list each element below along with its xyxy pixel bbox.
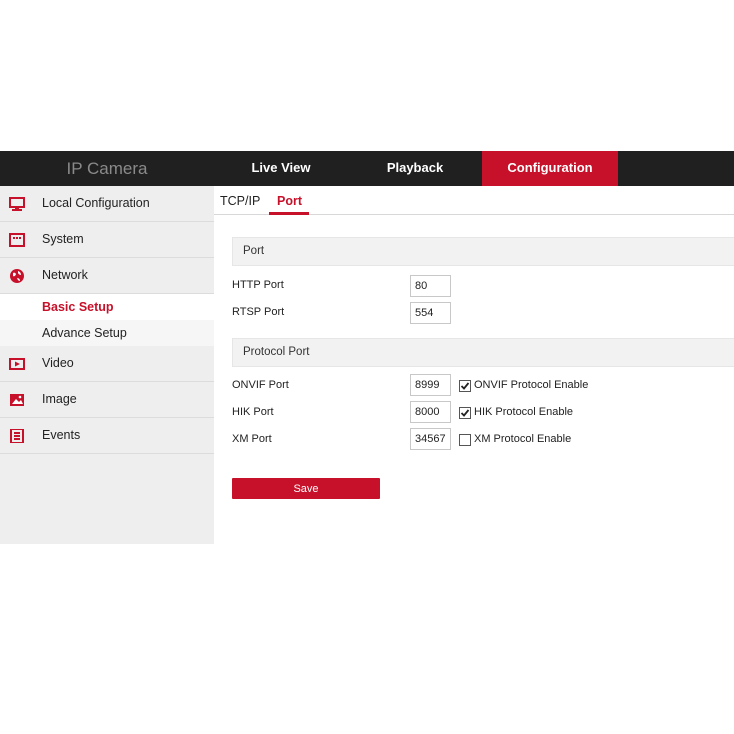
- sidebar: Local Configuration System Network Basic…: [0, 186, 214, 544]
- events-icon: [9, 428, 25, 444]
- hik-enable-checkbox[interactable]: [459, 407, 471, 419]
- xm-enable-label: XM Protocol Enable: [474, 433, 572, 445]
- hik-port-label: HIK Port: [232, 406, 274, 418]
- main-content: TCP/IP Port Port HTTP Port RTSP Port Pro…: [214, 186, 734, 544]
- sidebar-item-system[interactable]: System: [0, 222, 214, 258]
- sidebar-item-label: Network: [42, 268, 88, 282]
- sidebar-subitem-label: Basic Setup: [42, 300, 114, 314]
- system-icon: [9, 233, 25, 247]
- protocol-port-section-header: Protocol Port: [232, 338, 734, 367]
- rtsp-port-input[interactable]: [410, 302, 451, 324]
- onvif-port-input[interactable]: [410, 374, 451, 396]
- nav-live-view[interactable]: Live View: [214, 151, 348, 186]
- sidebar-item-video[interactable]: Video: [0, 346, 214, 382]
- sidebar-item-label: Events: [42, 428, 81, 442]
- hik-port-input[interactable]: [410, 401, 451, 423]
- sidebar-item-label: System: [42, 232, 84, 246]
- sidebar-item-image[interactable]: Image: [0, 382, 214, 418]
- onvif-enable-label: ONVIF Protocol Enable: [474, 379, 589, 391]
- nav-playback[interactable]: Playback: [348, 151, 482, 186]
- sidebar-subitem-label: Advance Setup: [42, 326, 127, 340]
- tab-port[interactable]: Port: [277, 194, 302, 208]
- brand-title: IP Camera: [66, 159, 148, 178]
- sidebar-item-label: Image: [42, 392, 77, 406]
- port-section-header: Port: [232, 237, 734, 266]
- sidebar-item-label: Local Configuration: [42, 196, 150, 210]
- section-title: Port: [243, 245, 265, 257]
- onvif-enable-checkbox[interactable]: [459, 380, 471, 392]
- xm-port-input[interactable]: [410, 428, 451, 450]
- sidebar-subitem-basic-setup[interactable]: Basic Setup: [0, 294, 214, 320]
- http-port-label: HTTP Port: [232, 279, 284, 291]
- sidebar-item-local-configuration[interactable]: Local Configuration: [0, 186, 214, 222]
- sub-tab-bar: TCP/IP Port: [214, 186, 734, 215]
- xm-enable-checkbox[interactable]: [459, 434, 471, 446]
- monitor-icon: [9, 197, 25, 211]
- sidebar-item-network[interactable]: Network: [0, 258, 214, 294]
- video-icon: [9, 357, 25, 371]
- image-icon: [9, 393, 25, 407]
- http-port-input[interactable]: [410, 275, 451, 297]
- globe-icon: [9, 269, 25, 283]
- top-nav-bar: IP Camera Live View Playback Configurati…: [0, 151, 734, 186]
- active-tab-indicator: [269, 212, 309, 215]
- checkmark-icon: [460, 409, 470, 417]
- sidebar-item-label: Video: [42, 356, 74, 370]
- onvif-port-label: ONVIF Port: [232, 379, 289, 391]
- tab-tcp-ip[interactable]: TCP/IP: [220, 194, 260, 208]
- xm-port-label: XM Port: [232, 433, 272, 445]
- hik-enable-label: HIK Protocol Enable: [474, 406, 574, 418]
- checkmark-icon: [460, 382, 470, 390]
- nav-configuration[interactable]: Configuration: [482, 151, 618, 186]
- sidebar-subitem-advance-setup[interactable]: Advance Setup: [0, 320, 214, 346]
- sidebar-item-events[interactable]: Events: [0, 418, 214, 454]
- section-title: Protocol Port: [243, 346, 310, 358]
- save-button[interactable]: Save: [232, 478, 380, 499]
- rtsp-port-label: RTSP Port: [232, 306, 285, 318]
